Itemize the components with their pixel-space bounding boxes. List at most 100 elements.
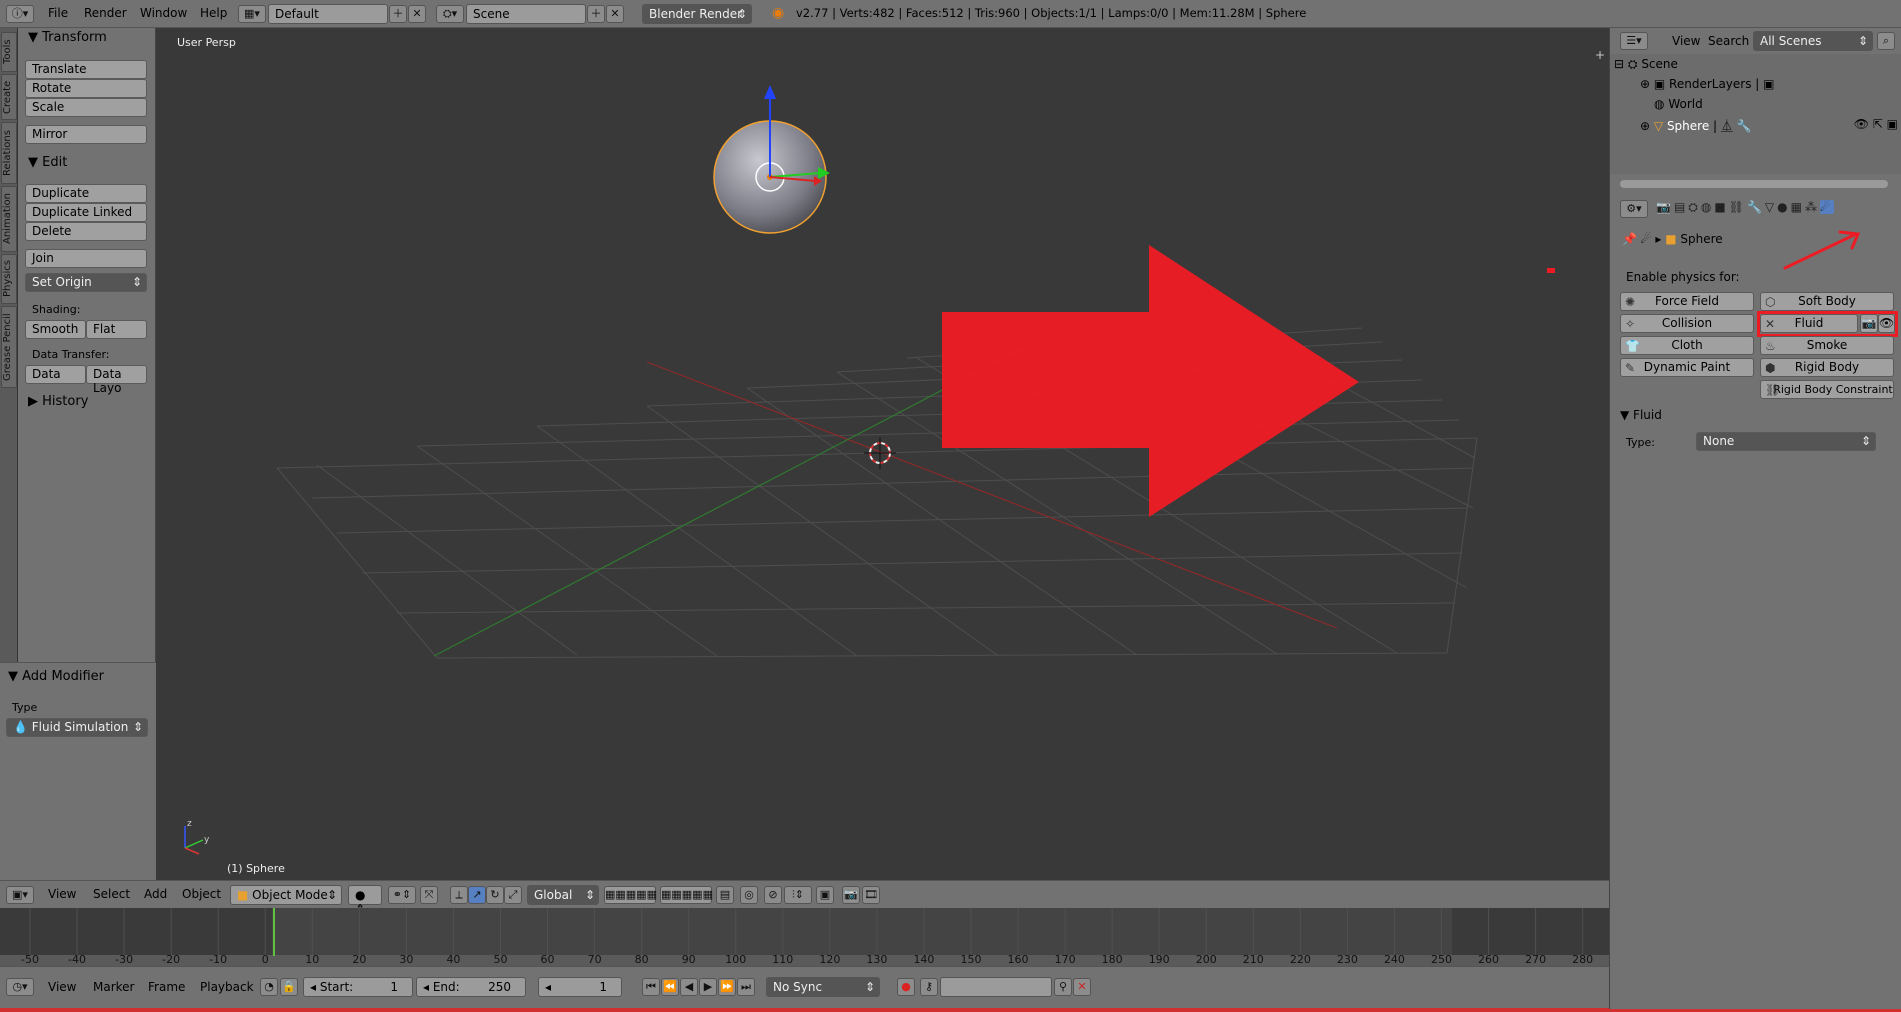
scene-icon[interactable]: ⛭▾ — [436, 5, 464, 23]
rigid-body-constraint-button[interactable]: ⛓ Rigid Body Constraint — [1760, 380, 1894, 399]
jump-start-icon[interactable]: ⏮ — [642, 978, 660, 996]
pin-icon[interactable]: 📌 — [1622, 232, 1637, 246]
tab-animation[interactable]: Animation — [1, 186, 17, 252]
sync-select[interactable]: No Sync ⇕ — [766, 977, 880, 997]
visibility-icons[interactable]: 👁 ⇱ ▣ — [1854, 117, 1898, 131]
scale-manip-icon[interactable]: ⤢ — [504, 886, 522, 904]
lock-icon[interactable]: 🔒 — [280, 978, 298, 996]
tab-particles-icon[interactable]: ⁂ — [1805, 200, 1820, 214]
tab-render-icon[interactable]: 📷 — [1656, 200, 1674, 214]
range-toggle-icon[interactable]: ◔ — [260, 978, 278, 996]
properties-editor-icon[interactable]: ⚙▾ — [1620, 200, 1648, 218]
dynamic-paint-button[interactable]: ✎ Dynamic Paint — [1620, 358, 1754, 377]
start-frame-field[interactable]: ◂ Start: 1 — [303, 977, 413, 997]
layout-field[interactable]: Default — [268, 4, 388, 24]
layers-grid-b-icon[interactable]: ▦▦▦▦▦ — [660, 886, 713, 904]
scene-field[interactable]: Scene — [466, 4, 586, 24]
cloth-button[interactable]: 👕 Cloth — [1620, 336, 1754, 355]
keying-icon[interactable]: ⚷ — [920, 978, 938, 996]
delete-button[interactable]: Delete — [25, 222, 147, 241]
outliner-row-world[interactable]: ◍ World — [1654, 97, 1884, 115]
play-reverse-icon[interactable]: ◀ — [680, 978, 698, 996]
modifier-type-select[interactable]: 💧 Fluid Simulation ⇕ — [6, 718, 148, 737]
close-layout-icon[interactable]: ✕ — [408, 5, 426, 23]
rotate-manip-icon[interactable]: ↻ — [486, 886, 504, 904]
fluid-render-toggle[interactable]: 📷 — [1860, 314, 1878, 333]
tab-tools[interactable]: Tools — [1, 32, 17, 72]
join-button[interactable]: Join — [25, 249, 147, 268]
smooth-button[interactable]: Smooth — [25, 320, 86, 339]
edit-panel-header[interactable]: ▼ Edit — [28, 155, 67, 170]
tl-menu-playback[interactable]: Playback — [200, 980, 254, 994]
shading-select[interactable]: ● ⇕ — [348, 885, 382, 916]
delete-key-icon[interactable]: ✕ — [1073, 978, 1091, 996]
add-layout-icon[interactable]: ＋ — [389, 5, 407, 23]
menu-render[interactable]: Render — [84, 6, 127, 20]
outliner-menu-view[interactable]: View — [1672, 34, 1700, 48]
layout-icon[interactable]: ▦▾ — [238, 5, 266, 23]
translate-manip-icon[interactable]: ↗ — [468, 886, 486, 904]
soft-body-button[interactable]: ⬡ Soft Body — [1760, 292, 1894, 311]
pivot-icon[interactable]: ⚭⇕ — [388, 886, 416, 904]
jump-end-icon[interactable]: ⏭ — [737, 978, 755, 996]
outliner-row-renderlayers[interactable]: ⊕ ▣ RenderLayers | ▣ — [1640, 77, 1890, 95]
render-layer-icon[interactable]: ▤ — [716, 886, 734, 904]
record-icon[interactable]: ● — [897, 978, 915, 996]
tl-menu-view[interactable]: View — [48, 980, 76, 994]
menu-window[interactable]: Window — [140, 6, 187, 20]
flat-button[interactable]: Flat — [86, 320, 147, 339]
translate-button[interactable]: Translate — [25, 60, 147, 79]
tab-material-icon[interactable]: ● — [1777, 200, 1790, 214]
vp-menu-select[interactable]: Select — [93, 887, 130, 901]
tab-world-icon[interactable]: ◍ — [1701, 200, 1714, 214]
proportional-edit-icon[interactable]: ◎ — [740, 886, 758, 904]
opengl-render-icon[interactable]: 📷 — [842, 886, 860, 904]
add-modifier-header[interactable]: ▼ Add Modifier — [8, 669, 104, 684]
info-editor-icon[interactable]: ⓘ▾ — [6, 5, 34, 23]
tab-physics-icon[interactable]: ☄ — [1819, 200, 1834, 214]
orientation-select[interactable]: Global ⇕ — [527, 885, 599, 905]
tab-relations[interactable]: Relations — [1, 122, 17, 184]
current-frame-field[interactable]: ◂ 1 — [538, 977, 622, 997]
vp-menu-add[interactable]: Add — [144, 887, 167, 901]
prev-key-icon[interactable]: ⏪ — [661, 978, 679, 996]
snap-element-icon[interactable]: ⫶⇕ — [784, 886, 812, 904]
collision-button[interactable]: ✧ Collision — [1620, 314, 1754, 333]
rigid-body-button[interactable]: ⬢ Rigid Body — [1760, 358, 1894, 377]
tab-texture-icon[interactable]: ▦ — [1791, 200, 1805, 214]
timeline[interactable]: -50 -40 -30 -20 -10 0 10 20 30 40 50 60 70 80 90 100 110… — [0, 908, 1609, 966]
tab-layers-icon[interactable]: ▤ — [1674, 200, 1688, 214]
smoke-button[interactable]: ♨ Smoke — [1760, 336, 1894, 355]
tab-physics[interactable]: Physics — [1, 254, 17, 304]
outliner-row-scene[interactable]: ⊟ ⛭ Scene — [1614, 57, 1894, 75]
outliner-row-sphere[interactable]: ⊕ ▽ Sphere | ⏅ 🔧 👁 ⇱ ▣ — [1640, 117, 1898, 135]
fluid-type-select[interactable]: None ⇕ — [1696, 432, 1876, 451]
tab-data-icon[interactable]: ▽ — [1765, 200, 1777, 214]
duplicate-linked-button[interactable]: Duplicate Linked — [25, 203, 147, 222]
close-scene-icon[interactable]: ✕ — [606, 5, 624, 23]
3d-viewport[interactable]: User Persp z y (1) Sphere + — [157, 28, 1609, 880]
force-field-button[interactable]: ✺ Force Field — [1620, 292, 1754, 311]
tab-create[interactable]: Create — [1, 74, 17, 120]
timeline-editor-icon[interactable]: ◷▾ — [6, 978, 34, 996]
render-engine-select[interactable]: Blender Render ⇕ — [642, 4, 752, 24]
mirror-button[interactable]: Mirror — [25, 125, 147, 144]
viewport-plus-icon[interactable]: + — [1595, 48, 1605, 62]
outliner-editor-icon[interactable]: ☰▾ — [1620, 32, 1648, 50]
axis-icon[interactable]: ⟂ — [450, 886, 468, 904]
next-key-icon[interactable]: ⏩ — [718, 978, 736, 996]
tab-modifiers-icon[interactable]: 🔧 — [1747, 200, 1765, 214]
outliner-filter-select[interactable]: All Scenes ⇕ — [1753, 31, 1873, 51]
tab-grease-pencil[interactable]: Grease Pencil — [1, 306, 17, 388]
fluid-remove-button[interactable]: ✕ Fluid — [1760, 314, 1858, 333]
mode-select[interactable]: ■ Object Mode ⇕ — [230, 885, 342, 905]
scale-button[interactable]: Scale — [25, 98, 147, 117]
manipulator-toggle-icon[interactable]: ⤧ — [420, 886, 438, 904]
outliner-menu-search[interactable]: Search — [1708, 34, 1749, 48]
tl-menu-frame[interactable]: Frame — [148, 980, 185, 994]
set-origin-select[interactable]: Set Origin ⇕ — [25, 273, 147, 292]
tab-constraints-icon[interactable]: ⛓ — [1729, 200, 1747, 214]
tab-scene-icon[interactable]: ⛭ — [1688, 200, 1701, 214]
editor-type-icon[interactable]: ▣▾ — [6, 886, 34, 904]
insert-key-icon[interactable]: ⚲ — [1054, 978, 1072, 996]
